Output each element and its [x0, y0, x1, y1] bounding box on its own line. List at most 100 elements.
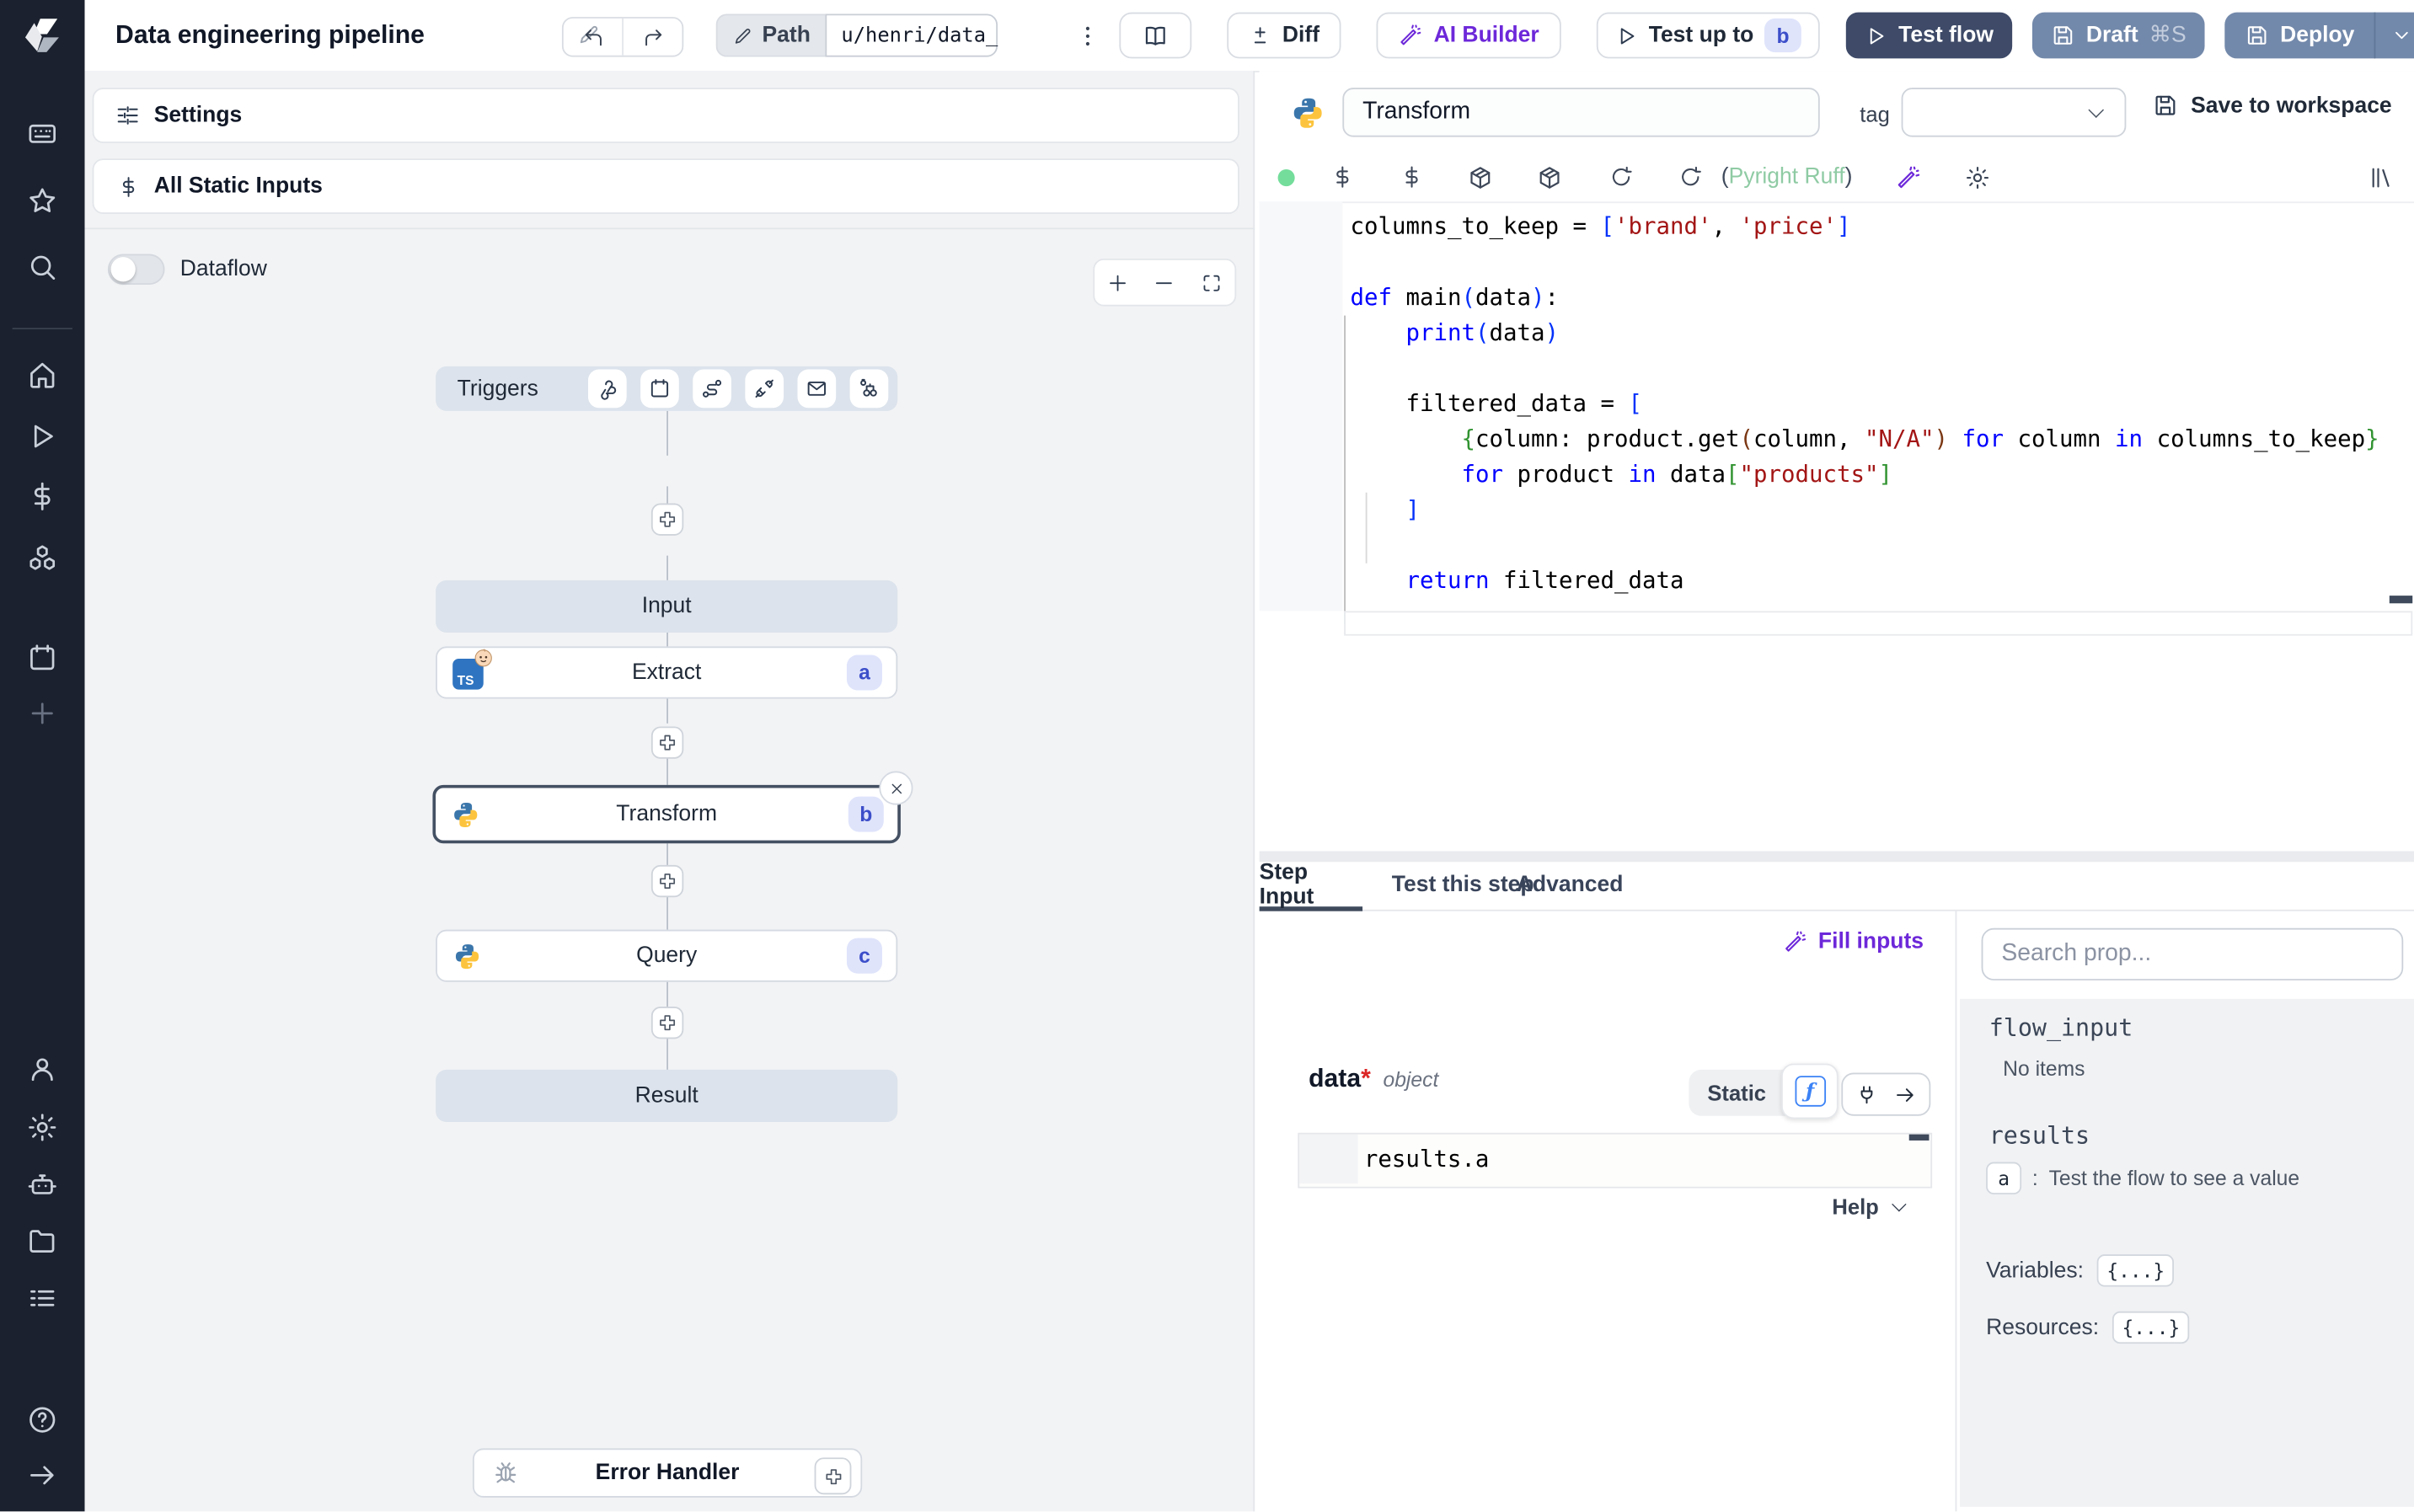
schedule-trigger-icon[interactable]: [640, 369, 679, 409]
webhook-trigger-icon[interactable]: [587, 369, 627, 409]
zoom-in-button[interactable]: [1107, 272, 1129, 294]
step-name-input[interactable]: Transform: [1342, 88, 1820, 137]
library-icon[interactable]: [2368, 165, 2394, 191]
settings-card[interactable]: Settings: [92, 88, 1239, 143]
extract-step-badge: a: [846, 654, 882, 691]
draft-button[interactable]: Draft ⌘S: [2031, 12, 2205, 59]
triggers-node[interactable]: Triggers: [436, 366, 898, 411]
code-editor[interactable]: columns_to_keep = ['brand', 'price'] def …: [1259, 201, 2414, 624]
transform-node-selected[interactable]: Transform b: [432, 771, 913, 844]
zoom-out-button[interactable]: [1153, 272, 1175, 294]
prop-list: flow_input No items results a : Test the…: [1960, 998, 2414, 1507]
undo-button[interactable]: [564, 19, 622, 56]
input-node[interactable]: Input: [436, 580, 898, 633]
diff-button[interactable]: Diff: [1227, 12, 1341, 59]
poll-trigger-icon[interactable]: [849, 369, 889, 409]
add-step-button[interactable]: [650, 726, 684, 759]
redo-button[interactable]: [622, 18, 682, 56]
schedules-calendar-icon[interactable]: [26, 642, 58, 674]
tab-advanced[interactable]: Advanced: [1501, 862, 1639, 906]
star-icon[interactable]: [26, 184, 58, 216]
result-key-badge[interactable]: a: [1986, 1162, 2022, 1194]
workers-robot-icon[interactable]: [26, 1168, 58, 1200]
editor-hscrollbar-thumb[interactable]: [2389, 596, 2413, 604]
reload-icon-2[interactable]: [1678, 165, 1703, 190]
resources-boxes-icon[interactable]: [26, 542, 58, 574]
user-icon[interactable]: [26, 1053, 58, 1085]
expression-scrollbar-thumb: [1908, 1134, 1930, 1141]
resources-row[interactable]: Resources: {...}: [1986, 1311, 2414, 1344]
variables-value-badge[interactable]: {...}: [2097, 1254, 2175, 1287]
top-bar: Data engineering pipeline Path u/henri/d…: [84, 0, 2414, 72]
add-plus-icon[interactable]: [26, 697, 58, 729]
path-pencil-icon: [733, 25, 753, 45]
test-up-to-button[interactable]: Test up to b: [1596, 12, 1820, 59]
remove-step-button[interactable]: [879, 771, 913, 805]
dataflow-toggle[interactable]: [107, 254, 165, 286]
logs-list-icon[interactable]: [26, 1282, 58, 1314]
save-to-workspace-button[interactable]: Save to workspace: [2152, 93, 2392, 119]
docs-book-button[interactable]: [1119, 12, 1192, 59]
home-icon[interactable]: [26, 359, 58, 391]
deploy-button[interactable]: Deploy: [2224, 13, 2374, 59]
package-icon[interactable]: [1467, 165, 1493, 191]
lint-status: (Pyright Ruff): [1721, 164, 1853, 190]
help-icon[interactable]: [26, 1403, 58, 1435]
ai-wand-icon[interactable]: [1895, 165, 1921, 191]
runs-play-icon[interactable]: [26, 420, 58, 452]
route-trigger-icon[interactable]: [693, 369, 731, 409]
query-node[interactable]: Query c: [436, 929, 898, 982]
path-chip[interactable]: Path: [715, 13, 827, 57]
add-step-button[interactable]: [650, 1006, 684, 1039]
email-trigger-icon[interactable]: [797, 369, 837, 409]
fill-inputs-button[interactable]: Fill inputs: [1783, 930, 1924, 954]
plug-icon[interactable]: [1855, 1082, 1878, 1105]
fit-view-button[interactable]: [1201, 272, 1223, 294]
package-icon-2[interactable]: [1537, 165, 1563, 191]
extract-node[interactable]: TS Extract a: [436, 646, 898, 699]
deploy-dropdown-button[interactable]: [2374, 12, 2414, 59]
search-prop-input[interactable]: Search prop...: [1981, 927, 2404, 980]
tag-select[interactable]: [1901, 88, 2127, 137]
all-static-inputs-card[interactable]: All Static Inputs: [92, 158, 1239, 214]
variables-dollar-icon[interactable]: [26, 480, 58, 512]
flow-input-section-label[interactable]: flow_input: [1989, 1014, 2414, 1042]
keyboard-icon[interactable]: [26, 117, 58, 149]
websocket-trigger-icon[interactable]: [745, 369, 784, 409]
ai-builder-button[interactable]: AI Builder: [1376, 12, 1561, 59]
test-up-to-step-badge: b: [1764, 18, 1801, 53]
help-toggle[interactable]: Help: [1832, 1194, 1908, 1219]
collapse-arrow-icon[interactable]: [26, 1459, 58, 1491]
test-flow-button[interactable]: Test flow: [1845, 12, 2013, 59]
search-icon[interactable]: [26, 251, 58, 283]
static-mode-label[interactable]: Static: [1707, 1081, 1766, 1105]
add-step-button[interactable]: [650, 503, 684, 536]
add-step-button[interactable]: [650, 864, 684, 898]
static-inputs-icon[interactable]: [1330, 165, 1355, 190]
panel-resizer[interactable]: [1259, 851, 2414, 863]
canvas-zoom-controls: [1093, 258, 1237, 307]
folders-icon[interactable]: [26, 1225, 58, 1257]
tab-step-input[interactable]: Step Input: [1259, 859, 1363, 911]
add-error-handler-button[interactable]: [814, 1457, 852, 1495]
error-handler-node[interactable]: Error Handler: [472, 1448, 863, 1498]
settings-gear-icon[interactable]: [26, 1111, 58, 1143]
javascript-mode-button[interactable]: ƒ: [1781, 1063, 1839, 1119]
editor-settings-gear-icon[interactable]: [1965, 165, 1991, 191]
path-input[interactable]: u/henri/data_: [826, 13, 998, 57]
static-inputs-icon-2[interactable]: [1400, 165, 1424, 190]
expression-editor[interactable]: results.a: [1298, 1132, 1933, 1189]
result-item[interactable]: a : Test the flow to see a value: [1986, 1162, 2414, 1194]
result-node[interactable]: Result: [436, 1069, 898, 1123]
flow-title: Data engineering pipeline: [115, 20, 425, 49]
results-section-label[interactable]: results: [1989, 1122, 2414, 1150]
error-handler-label: Error Handler: [595, 1461, 740, 1486]
variables-row[interactable]: Variables: {...}: [1986, 1254, 2414, 1287]
resources-value-badge[interactable]: {...}: [2112, 1311, 2190, 1344]
reload-icon[interactable]: [1608, 165, 1633, 190]
arrow-right-icon[interactable]: [1893, 1082, 1916, 1105]
path-group: Path u/henri/data_: [715, 13, 998, 57]
windmill-logo[interactable]: [22, 15, 62, 56]
kebab-menu[interactable]: [1072, 20, 1103, 51]
variables-label: Variables:: [1986, 1258, 2084, 1283]
